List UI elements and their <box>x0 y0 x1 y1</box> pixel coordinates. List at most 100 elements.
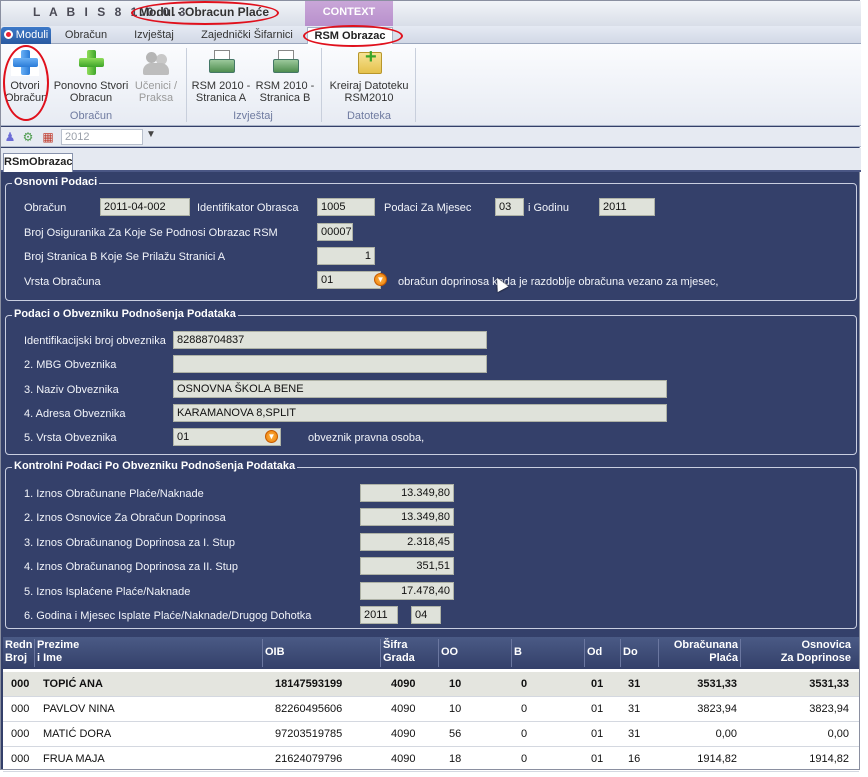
adresa-label: 4. Adresa Obveznika <box>24 408 126 420</box>
obracun-field[interactable]: 2011-04-002 <box>100 198 190 216</box>
ucenici-praksa-button[interactable]: Učenici / Praksa <box>131 48 181 104</box>
godina-field[interactable]: 2011 <box>599 198 655 216</box>
button-label-line2: Stranica A <box>195 92 247 104</box>
app-orb-icon <box>3 30 13 39</box>
header-text: Obračunana <box>673 639 738 651</box>
button-label-line1: Učenici / <box>134 80 178 92</box>
naziv-field[interactable]: OSNOVNA ŠKOLA BENE <box>173 380 667 398</box>
tab-zajednicki-sifarnici[interactable]: Zajednički Šifarnici <box>197 27 297 44</box>
id-obveznika-field[interactable]: 82888704837 <box>173 331 487 349</box>
button-label-line2: Obračun <box>5 92 48 104</box>
kontrolni-value[interactable]: 17.478,40 <box>360 582 454 600</box>
tab-izvjestaj[interactable]: Izvještaj <box>125 27 183 44</box>
ribbon: Otvori Obračun Ponovno Stvori Obracun Uč… <box>1 44 861 126</box>
cell-oib: 21624079796 <box>275 753 343 765</box>
kontrolni-value[interactable]: 351,51 <box>360 557 454 575</box>
broj-stranica-label: Broj Stranica B Koje Se Prilažu Stranici… <box>24 251 226 263</box>
cell-oo: 10 <box>449 678 462 690</box>
cell-osnovica: 1914,82 <box>809 753 849 765</box>
button-label-line1: Ponovno Stvori <box>53 80 129 92</box>
identifikator-field[interactable]: 1005 <box>317 198 375 216</box>
quick-menu-dropdown[interactable]: ▼ <box>146 129 156 140</box>
calendar-icon[interactable]: ▦ <box>41 130 55 144</box>
mjesec-label: Podaci Za Mjesec <box>384 202 472 214</box>
cell-do: 31 <box>628 703 641 715</box>
isplata-label: 6. Godina i Mjesec Isplate Plaće/Naknade… <box>24 610 312 622</box>
col-od[interactable]: Od <box>585 639 621 667</box>
kontrolni-podaci-group: Kontrolni Podaci Po Obvezniku Podnošenja… <box>5 460 857 629</box>
isplata-mjesec-field[interactable]: 04 <box>411 606 441 624</box>
header-text: Prezime <box>37 639 80 651</box>
cell-grad: 4090 <box>391 753 416 765</box>
header-text: Broj <box>5 652 27 664</box>
document-tab-strip: RSmObrazac <box>1 148 861 172</box>
button-label-line1: RSM 2010 - <box>255 80 315 92</box>
godina-label: i Godinu <box>528 202 569 214</box>
button-label-line1: Otvori <box>10 80 40 92</box>
chevron-down-icon[interactable]: ▼ <box>265 430 278 443</box>
rsm-stranica-a-button[interactable]: RSM 2010 - Stranica A <box>190 48 252 104</box>
chevron-down-icon[interactable]: ▼ <box>374 273 387 286</box>
tab-rsm-obrazac[interactable]: RSM Obrazac <box>307 27 393 44</box>
kontrolni-value[interactable]: 13.349,80 <box>360 508 454 526</box>
tab-obracun[interactable]: Obračun <box>61 27 111 44</box>
col-prezime-ime[interactable]: Prezime i Ime <box>35 639 263 667</box>
kontrolni-value[interactable]: 13.349,80 <box>360 484 454 502</box>
table-row[interactable]: 000 MATIĆ DORA 97203519785 4090 56 0 01 … <box>3 722 859 747</box>
otvori-obracun-button[interactable]: Otvori Obračun <box>5 48 48 104</box>
cell-od: 01 <box>591 703 604 715</box>
group-label-obracun: Obračun <box>69 110 113 122</box>
kreiraj-datoteku-button[interactable]: Kreiraj Datoteku RSM2010 <box>327 48 411 104</box>
cell-grad: 4090 <box>391 678 416 690</box>
user-icon[interactable]: ♟ <box>3 130 17 144</box>
broj-osiguranika-field[interactable]: 00007 <box>317 223 353 241</box>
printer-icon <box>271 48 299 76</box>
vrsta-obracuna-select[interactable]: 01 <box>317 271 381 289</box>
add-green-icon <box>77 48 105 76</box>
tab-rsmobrazac[interactable]: RSmObrazac <box>3 153 73 172</box>
table-row[interactable]: 000 PAVLOV NINA 82260495606 4090 10 0 01… <box>3 697 859 722</box>
mjesec-field[interactable]: 03 <box>495 198 524 216</box>
header-text: Redn <box>5 639 33 651</box>
rsm-stranica-b-button[interactable]: RSM 2010 - Stranica B <box>254 48 316 104</box>
col-sifra-grada[interactable]: Šifra Grada <box>381 639 439 667</box>
cell-redn: 000 <box>11 753 30 765</box>
group-label-datoteka: Datoteka <box>346 110 392 122</box>
header-text: i Ime <box>37 652 63 664</box>
cell-grad: 4090 <box>391 703 416 715</box>
vrsta-obveznika-label: 5. Vrsta Obveznika <box>24 432 117 444</box>
cell-do: 31 <box>628 678 641 690</box>
isplata-godina-field[interactable]: 2011 <box>360 606 398 624</box>
quick-toolbar: ♟ ⚙ ▦ 2012 ▼ <box>1 127 861 147</box>
kontrolni-value[interactable]: 2.318,45 <box>360 533 454 551</box>
adresa-field[interactable]: KARAMANOVA 8,SPLIT <box>173 404 667 422</box>
obveznik-group: Podaci o Obvezniku Podnošenja Podataka I… <box>5 308 857 455</box>
button-label-line2: Obracun <box>69 92 113 104</box>
vrsta-obveznika-description: obveznik pravna osoba, <box>308 432 425 444</box>
col-osnovica[interactable]: Osnovica Za Doprinose <box>741 639 853 667</box>
grid-header: Redn Broj Prezime i Ime OIB Šifra Grada OO … <box>3 637 859 669</box>
col-redn-broj[interactable]: Redn Broj <box>3 639 35 667</box>
settings-icon[interactable]: ⚙ <box>21 130 35 144</box>
col-b[interactable]: B <box>512 639 585 667</box>
mbg-field[interactable] <box>173 355 487 373</box>
cell-redn: 000 <box>11 678 30 690</box>
broj-stranica-field[interactable]: 1 <box>317 247 375 265</box>
cell-od: 01 <box>591 728 604 740</box>
col-obracunana-placa[interactable]: Obračunana Plaća <box>659 639 741 667</box>
group-separator <box>415 48 416 122</box>
col-do[interactable]: Do <box>621 639 659 667</box>
group-label-izvjestaj: Izvještaj <box>233 110 273 122</box>
table-row[interactable]: 000 TOPIĆ ANA 18147593199 4090 10 0 01 3… <box>3 672 859 697</box>
cell-oo: 10 <box>449 703 462 715</box>
naziv-label: 3. Naziv Obveznika <box>24 384 119 396</box>
year-input[interactable]: 2012 <box>61 129 143 145</box>
table-row[interactable]: 000 FRUA MAJA 21624079796 4090 18 0 01 1… <box>3 747 859 772</box>
ponovno-stvori-obracun-button[interactable]: Ponovno Stvori Obracun <box>53 48 129 104</box>
kontrolni-label: 1. Iznos Obračunane Plaće/Naknade <box>24 488 204 500</box>
vrsta-obracuna-label: Vrsta Obračuna <box>24 276 101 288</box>
tab-moduli[interactable]: Moduli <box>1 27 51 44</box>
col-oib[interactable]: OIB <box>263 639 381 667</box>
group-title: Podaci o Obvezniku Podnošenja Podataka <box>12 308 238 320</box>
col-oo[interactable]: OO <box>439 639 512 667</box>
